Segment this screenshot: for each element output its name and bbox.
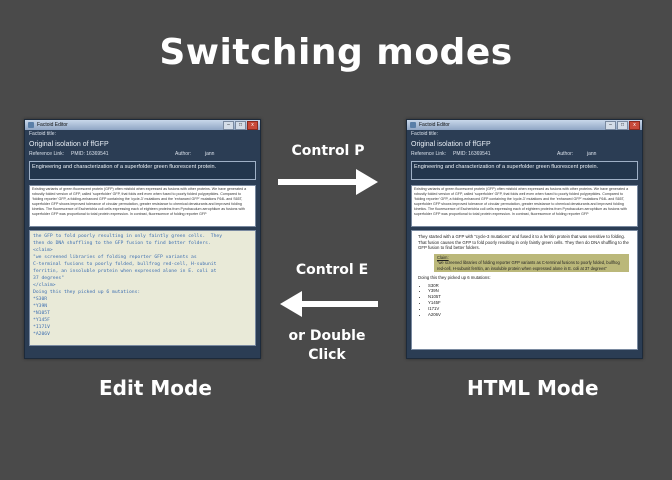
close-button[interactable]: x: [629, 121, 640, 130]
window-titlebar: Factoid Editor – □ x: [25, 120, 260, 130]
code-line: *Y39N: [33, 304, 48, 309]
right-arrow-icon: [278, 169, 378, 195]
factoid-title-field[interactable]: Original isolation of ffGFP: [25, 139, 260, 150]
code-line: Doing this they picked up 6 mutations:: [33, 290, 141, 295]
reference-row: Reference Link: PMID: 16369541 Author: j…: [25, 150, 260, 159]
code-line: "we screened libraries of folding report…: [33, 255, 197, 260]
code-line: ferritin, an insoluble protein when expr…: [33, 269, 217, 274]
claim-box: Claim: "we screened libraries of folding…: [434, 253, 629, 272]
maximize-button[interactable]: □: [235, 121, 246, 130]
to-edit-shortcut-line1: Control E: [295, 262, 369, 278]
window-title: Factoid Editor: [37, 122, 68, 128]
app-icon: [410, 122, 416, 128]
window-titlebar: Factoid Editor – □ x: [407, 120, 642, 130]
paper-title-box: Engineering and characterization of a su…: [411, 161, 638, 180]
edit-mode-label: Edit Mode: [99, 376, 212, 400]
abstract-box: Existing variants of green fluorescent p…: [29, 185, 256, 227]
reference-link-label: Reference Link:: [411, 151, 447, 157]
reference-link-label: Reference Link:: [29, 151, 65, 157]
mutation-list: S30RY39NN105TY145FI171VA206V: [428, 283, 631, 318]
to-edit-shortcut-line2: or Double: [288, 328, 366, 344]
mutations-intro: Doing this they picked up 6 mutations:: [418, 275, 491, 280]
slide-title: Switching modes: [159, 32, 513, 73]
minimize-button[interactable]: –: [223, 121, 234, 130]
author-field[interactable]: jann: [587, 150, 596, 159]
to-edit-shortcut-line3: Click: [308, 347, 346, 363]
code-line: then do DNA shuffling to the GFP fusion …: [33, 241, 211, 246]
author-field[interactable]: jann: [205, 150, 214, 159]
reference-row: Reference Link: PMID: 16369541 Author: j…: [407, 150, 642, 159]
minimize-button[interactable]: –: [605, 121, 616, 130]
window-controls: – □ x: [605, 121, 640, 130]
code-line: the GFP to fold poorly resulting in only…: [33, 234, 223, 239]
paper-title-box: Engineering and characterization of a su…: [29, 161, 256, 180]
code-line: C-terminal fusions to poorly folded, bul…: [33, 262, 217, 267]
abstract-box: Existing variants of green fluorescent p…: [411, 185, 638, 227]
edit-mode-window: Factoid Editor – □ x Factoid title: Orig…: [24, 119, 261, 359]
code-line: *Y145F: [33, 318, 50, 323]
left-arrow-icon: [280, 291, 378, 317]
to-edit-shortcut-label: Control E: [282, 262, 382, 278]
pmid-link[interactable]: PMID: 16369541: [453, 150, 491, 159]
app-icon: [28, 122, 34, 128]
code-line: *A206V: [33, 332, 50, 337]
intro-paragraph: They started with a GFP with "cycle-3 mu…: [418, 234, 629, 251]
window-title: Factoid Editor: [419, 122, 450, 128]
to-edit-shortcut-alt-label: or Double Click: [277, 327, 377, 365]
code-line: <claim>: [33, 248, 53, 253]
code-line: *N105T: [33, 311, 50, 316]
author-label: Author:: [175, 151, 192, 157]
factoid-title-label: Factoid title:: [411, 131, 438, 137]
author-label: Author:: [557, 151, 574, 157]
html-mode-window: Factoid Editor – □ x Factoid title: Orig…: [406, 119, 643, 359]
claim-text: "we screened libraries of folding report…: [437, 260, 620, 271]
maximize-button[interactable]: □: [617, 121, 628, 130]
html-preview[interactable]: They started with a GFP with "cycle-3 mu…: [411, 230, 638, 350]
factoid-title-label: Factoid title:: [29, 131, 56, 137]
to-html-shortcut-label: Control P: [291, 143, 365, 159]
markup-editor[interactable]: the GFP to fold poorly resulting in only…: [29, 230, 256, 346]
code-line: 37 degrees": [33, 276, 65, 281]
pmid-link[interactable]: PMID: 16369541: [71, 150, 109, 159]
html-mode-label: HTML Mode: [467, 376, 599, 400]
code-line: </claim>: [33, 283, 56, 288]
factoid-title-field[interactable]: Original isolation of ffGFP: [407, 139, 642, 150]
close-button[interactable]: x: [247, 121, 258, 130]
code-line: *S30R: [33, 297, 48, 302]
window-controls: – □ x: [223, 121, 258, 130]
code-line: *I171V: [33, 325, 50, 330]
mutation-item: A206V: [428, 312, 631, 318]
